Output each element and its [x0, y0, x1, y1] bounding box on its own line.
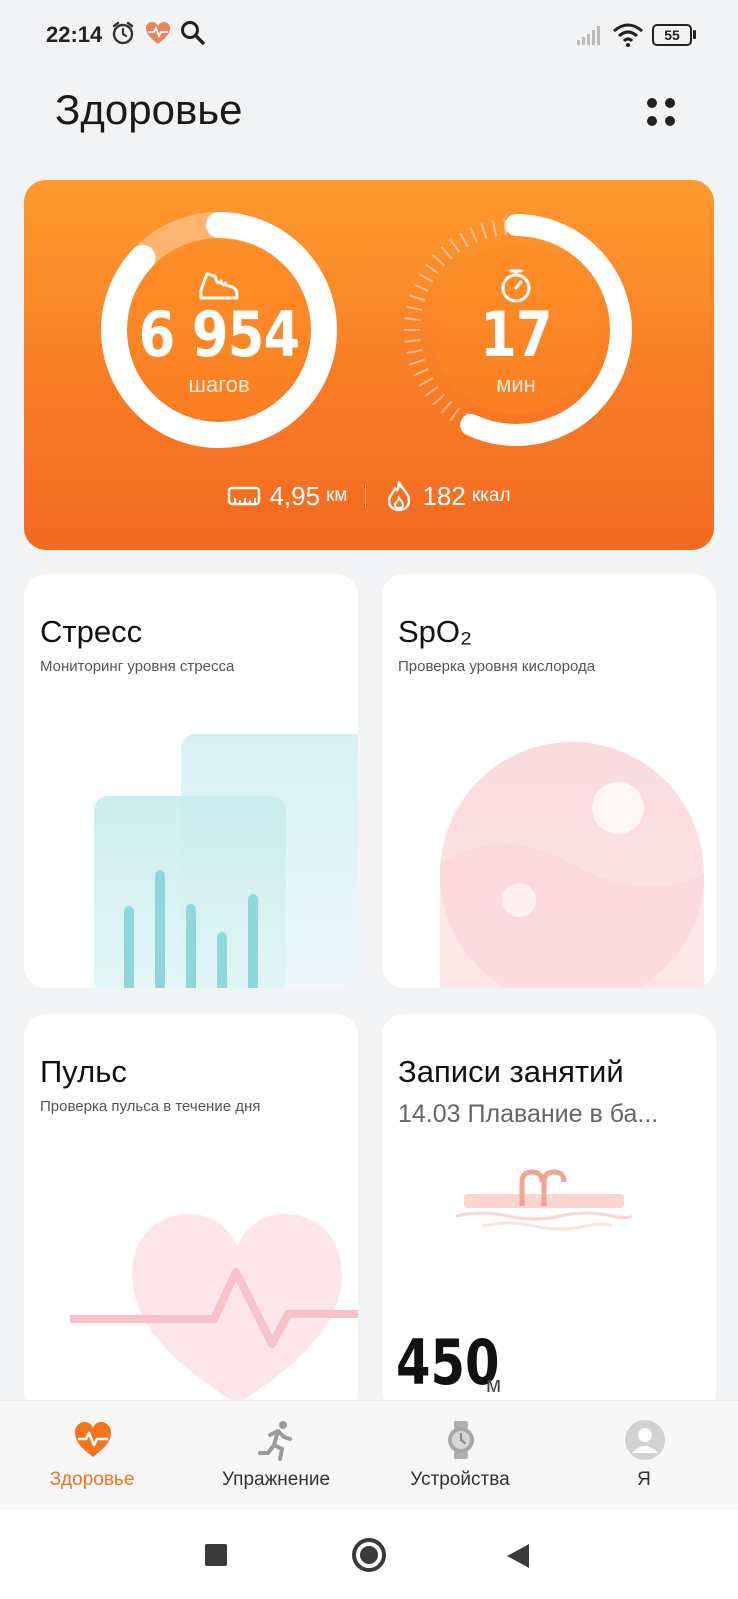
- battery-icon: 55: [652, 24, 692, 46]
- bottom-nav: Здоровье Упражнение Устройства Я: [0, 1400, 738, 1510]
- status-time: 22:14: [46, 22, 103, 47]
- status-bar: 22:14 55: [0, 0, 738, 70]
- health-app-icon: [146, 22, 170, 44]
- workouts-tile[interactable]: Записи занятий 14.03 Плавание в ба... 45…: [382, 1014, 716, 1414]
- nav-tab-me[interactable]: Я: [552, 1401, 736, 1511]
- minutes-unit: мин: [496, 372, 536, 397]
- nav-tab-devices[interactable]: Устройства: [368, 1401, 552, 1511]
- pulse-title: Пульс: [40, 1054, 127, 1089]
- avatar-icon: [625, 1420, 665, 1460]
- nav-tab-health[interactable]: Здоровье: [0, 1401, 184, 1511]
- alarm-icon: [112, 21, 134, 45]
- nav-label-exercise: Упражнение: [221, 1469, 331, 1490]
- pulse-tile[interactable]: Пульс Проверка пульса в течение дня: [24, 1014, 358, 1414]
- search-icon: [181, 21, 205, 45]
- minutes-tick: [459, 232, 469, 248]
- spo2-tile[interactable]: SpO₂ Проверка уровня кислорода: [382, 574, 716, 988]
- minutes-tick: [440, 400, 453, 414]
- stats-divider: [365, 484, 367, 508]
- system-nav-bar: [0, 1510, 738, 1599]
- signal-icon: [577, 26, 600, 45]
- stress-title: Стресс: [40, 614, 143, 649]
- recents-square-icon[interactable]: [205, 1544, 227, 1566]
- heart-pulse-icon: [75, 1422, 111, 1457]
- spo2-title: SpO₂: [398, 614, 473, 649]
- spo2-illustration: [440, 742, 704, 988]
- minutes-value: 17: [480, 298, 552, 371]
- pulse-illustration: [70, 1214, 358, 1404]
- page-title: Здоровье: [55, 86, 243, 133]
- battery-tip: [693, 30, 696, 39]
- distance-unit: км: [326, 485, 348, 506]
- spo2-subtitle: Проверка уровня кислорода: [398, 658, 596, 675]
- minutes-tick: [432, 254, 446, 267]
- steps-readout: [99, 268, 339, 302]
- nav-tab-exercise[interactable]: Упражнение: [184, 1401, 368, 1511]
- nav-label-devices: Устройства: [410, 1469, 510, 1490]
- home-circle-icon[interactable]: [352, 1538, 386, 1572]
- flame-icon: [388, 480, 411, 512]
- activity-card[interactable]: 6 954 шагов 17 мин 4,95 км 182 ккал: [24, 180, 714, 550]
- four-dots-icon[interactable]: [644, 95, 678, 129]
- minutes-tick: [449, 238, 461, 253]
- back-triangle-icon[interactable]: [505, 1542, 531, 1570]
- stress-tile[interactable]: Стресс Мониторинг уровня стресса: [24, 574, 358, 988]
- nav-label-health: Здоровье: [49, 1469, 135, 1490]
- runner-icon: [258, 1421, 292, 1461]
- workouts-value: 450: [396, 1326, 500, 1399]
- nav-label-me: Я: [637, 1469, 651, 1490]
- ruler-icon: [228, 486, 261, 506]
- steps-unit: шагов: [188, 372, 250, 397]
- calories-unit: ккал: [471, 485, 511, 506]
- workouts-unit: м: [486, 1372, 502, 1397]
- steps-value: 6 954: [138, 298, 301, 371]
- pulse-subtitle: Проверка пульса в течение дня: [40, 1098, 261, 1115]
- stress-illustration: [94, 734, 358, 988]
- stress-subtitle: Мониторинг уровня стресса: [40, 658, 235, 675]
- calories-value: 182: [422, 480, 466, 511]
- workouts-title: Записи занятий: [398, 1054, 624, 1089]
- shoe-icon: [199, 272, 239, 300]
- distance-value: 4,95: [269, 480, 321, 511]
- minutes-tick: [480, 223, 488, 240]
- wifi-icon: [613, 23, 643, 47]
- minutes-tick: [440, 246, 453, 260]
- minutes-tick: [449, 407, 461, 422]
- battery-level: 55: [664, 27, 680, 43]
- activity-stats: 4,95 км 182 ккал: [24, 480, 714, 512]
- watch-icon: [448, 1421, 474, 1459]
- workouts-subtitle: 14.03 Плавание в ба...: [398, 1100, 659, 1128]
- swimming-pool-icon: [455, 1169, 633, 1231]
- minutes-tick: [469, 227, 478, 243]
- minutes-tick: [491, 220, 498, 237]
